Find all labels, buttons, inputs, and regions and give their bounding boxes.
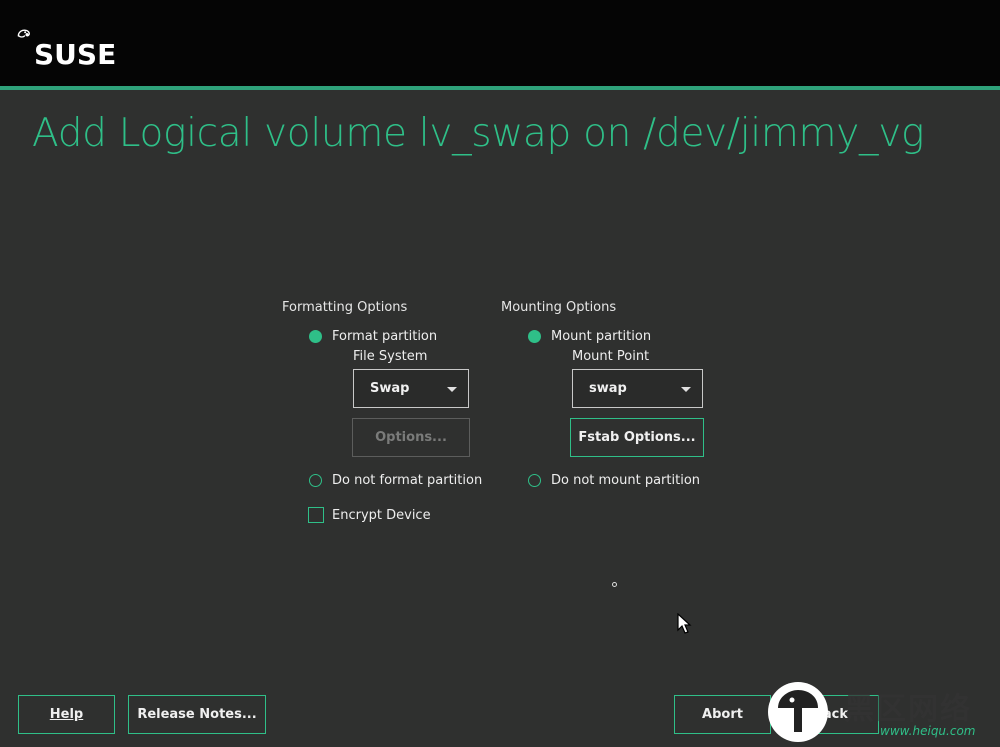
- file-system-combo[interactable]: Swap: [353, 369, 469, 408]
- mounting-options-label: Mounting Options: [501, 300, 617, 315]
- abort-button-label: Abort: [702, 707, 743, 722]
- radio-unselected-icon: [528, 474, 541, 487]
- watermark-mushroom-icon: [768, 682, 828, 742]
- encrypt-device-checkbox[interactable]: Encrypt Device: [308, 507, 431, 523]
- help-button[interactable]: Help: [18, 695, 115, 734]
- page-title: Add Logical volume lv_swap on /dev/jimmy…: [32, 111, 925, 156]
- busy-indicator-icon: [612, 582, 617, 587]
- mouse-pointer-icon: [677, 613, 692, 634]
- radio-selected-icon: [309, 330, 322, 343]
- format-partition-radio[interactable]: Format partition: [309, 329, 437, 344]
- format-partition-label: Format partition: [332, 329, 438, 344]
- file-system-label: File System: [353, 349, 428, 364]
- dropdown-arrow-icon: [447, 387, 457, 392]
- mount-partition-radio[interactable]: Mount partition: [528, 329, 651, 344]
- mount-point-value: swap: [589, 381, 627, 396]
- checkbox-unchecked-icon: [308, 507, 324, 523]
- mount-point-combo[interactable]: swap: [572, 369, 703, 408]
- watermark-url: www.heiqu.com: [880, 724, 976, 738]
- encrypt-device-label: Encrypt Device: [332, 507, 431, 523]
- mount-partition-label: Mount partition: [551, 329, 652, 344]
- watermark: 黑区网络 www.heiqu.com: [768, 682, 1000, 747]
- suse-logo-text: SUSE: [34, 38, 117, 71]
- no-mount-partition-label: Do not mount partition: [551, 473, 701, 488]
- file-system-value: Swap: [370, 381, 410, 396]
- no-format-partition-label: Do not format partition: [332, 473, 483, 488]
- no-format-partition-radio[interactable]: Do not format partition: [309, 473, 482, 488]
- mount-point-label: Mount Point: [572, 349, 650, 364]
- radio-unselected-icon: [309, 474, 322, 487]
- dropdown-arrow-icon: [681, 387, 691, 392]
- abort-button[interactable]: Abort: [674, 695, 771, 734]
- help-button-label: Help: [49, 707, 84, 722]
- formatting-options-label: Formatting Options: [282, 300, 408, 315]
- radio-selected-icon: [528, 330, 541, 343]
- options-button[interactable]: Options...: [352, 418, 470, 457]
- watermark-text: 黑区网络: [844, 692, 972, 727]
- release-notes-button-label: Release Notes...: [137, 707, 257, 722]
- top-banner: [0, 0, 1000, 86]
- no-mount-partition-radio[interactable]: Do not mount partition: [528, 473, 700, 488]
- fstab-options-button[interactable]: Fstab Options...: [570, 418, 704, 457]
- release-notes-button[interactable]: Release Notes...: [128, 695, 266, 734]
- banner-accent-line: [0, 86, 1000, 90]
